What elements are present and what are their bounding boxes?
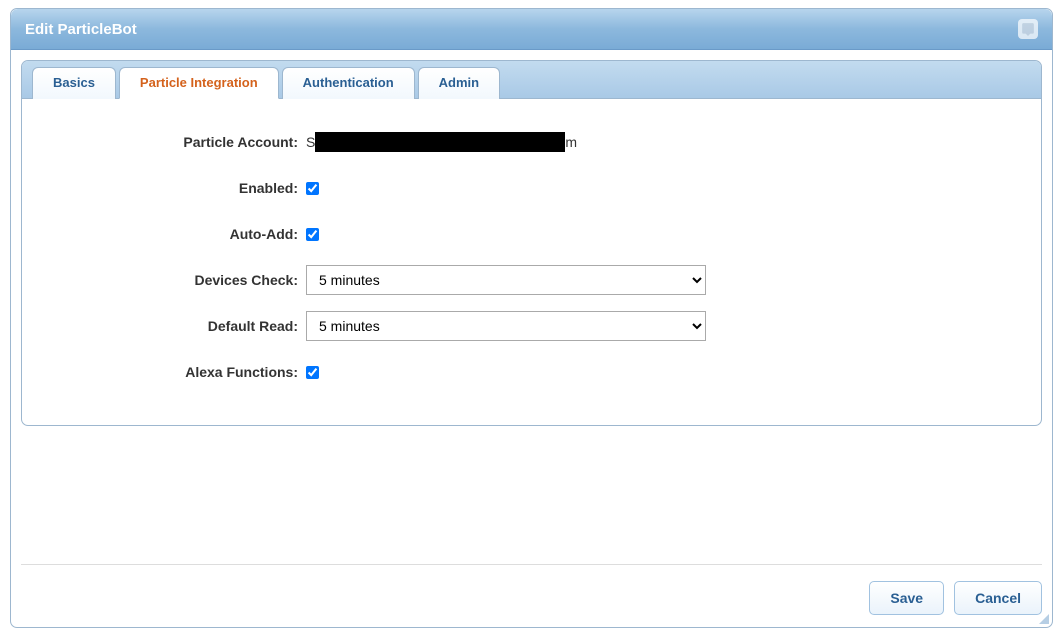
tab-panel: Basics Particle Integration Authenticati… (21, 60, 1042, 426)
row-auto-add: Auto-Add: (46, 211, 1017, 257)
tab-basics[interactable]: Basics (32, 67, 116, 99)
form-area: Particle Account: S m Enabled: Auto-Add: (22, 99, 1041, 425)
checkbox-auto-add[interactable] (306, 228, 319, 241)
label-alexa-functions: Alexa Functions: (46, 364, 306, 380)
label-devices-check: Devices Check: (46, 272, 306, 288)
account-suffix: m (565, 134, 577, 150)
cancel-button[interactable]: Cancel (954, 581, 1042, 615)
row-devices-check: Devices Check: 5 minutes (46, 257, 1017, 303)
tab-admin[interactable]: Admin (418, 67, 500, 99)
edit-dialog: Edit ParticleBot Basics Particle Integra… (10, 8, 1053, 628)
label-auto-add: Auto-Add: (46, 226, 306, 242)
redacted-account (315, 132, 565, 152)
row-default-read: Default Read: 5 minutes (46, 303, 1017, 349)
title-bar: Edit ParticleBot (11, 9, 1052, 50)
checkbox-alexa-functions[interactable] (306, 366, 319, 379)
save-button[interactable]: Save (869, 581, 944, 615)
tab-bar: Basics Particle Integration Authenticati… (22, 61, 1041, 99)
label-default-read: Default Read: (46, 318, 306, 334)
tab-authentication[interactable]: Authentication (282, 67, 415, 99)
dialog-body: Basics Particle Integration Authenticati… (11, 50, 1052, 426)
checkbox-enabled[interactable] (306, 182, 319, 195)
value-particle-account: S m (306, 132, 1017, 152)
label-particle-account: Particle Account: (46, 134, 306, 150)
dialog-footer: Save Cancel (21, 564, 1042, 615)
label-enabled: Enabled: (46, 180, 306, 196)
row-alexa-functions: Alexa Functions: (46, 349, 1017, 395)
row-particle-account: Particle Account: S m (46, 119, 1017, 165)
tab-particle-integration[interactable]: Particle Integration (119, 67, 279, 99)
chat-icon[interactable] (1018, 19, 1038, 39)
select-devices-check[interactable]: 5 minutes (306, 265, 706, 295)
row-enabled: Enabled: (46, 165, 1017, 211)
select-default-read[interactable]: 5 minutes (306, 311, 706, 341)
resize-handle-icon[interactable] (1039, 614, 1049, 624)
dialog-title: Edit ParticleBot (25, 21, 137, 38)
account-prefix: S (306, 134, 315, 150)
